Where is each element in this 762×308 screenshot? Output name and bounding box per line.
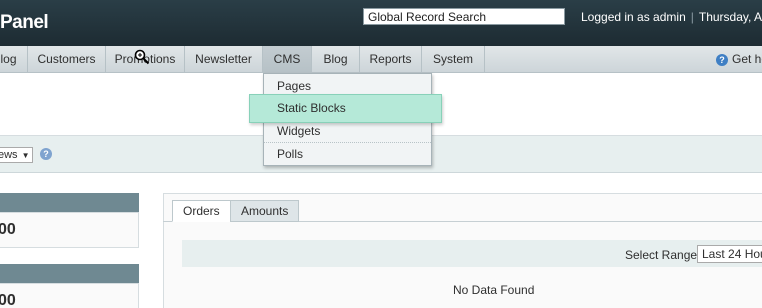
menu-item-static-blocks-highlight[interactable]: Static Blocks: [249, 94, 442, 123]
menu-item-polls[interactable]: Polls: [264, 143, 431, 166]
nav-item-catalog[interactable]: log: [0, 46, 28, 73]
logo[interactable]: Panel: [0, 12, 49, 34]
range-select[interactable]: Last 24 Hours: [697, 245, 762, 263]
question-help-icon[interactable]: ?: [40, 148, 52, 160]
nav-item-blog[interactable]: Blog: [312, 46, 360, 73]
nav-item-newsletter[interactable]: Newsletter: [185, 46, 263, 73]
menu-item-widgets[interactable]: Widgets: [264, 120, 431, 143]
nav-item-customers[interactable]: Customers: [28, 46, 106, 73]
separator: |: [690, 10, 694, 24]
tab-orders[interactable]: Orders: [172, 200, 231, 222]
average-orders-header: [0, 264, 139, 283]
store-view-select[interactable]: ews ▼: [0, 147, 34, 163]
chevron-down-icon: ▼: [21, 151, 30, 160]
nav-item-reports[interactable]: Reports: [360, 46, 422, 73]
lifetime-sales-box: 00: [0, 212, 139, 248]
get-help-link[interactable]: ? Get he: [716, 46, 762, 73]
average-orders-box: 00: [0, 283, 139, 308]
average-orders-value: 00: [0, 292, 16, 308]
help-icon: ?: [716, 53, 728, 66]
lifetime-sales-value: 00: [0, 221, 16, 238]
main-nav: log Customers Promotions Newsletter CMS …: [0, 46, 762, 73]
top-header: Panel Global Record Search Logged in as …: [0, 0, 762, 46]
date-text: Thursday, April 23: [698, 10, 762, 24]
nav-item-system[interactable]: System: [422, 46, 485, 73]
lifetime-sales-header: [0, 193, 139, 212]
select-range-label: Select Range:: [625, 248, 701, 262]
login-info: Logged in as admin | Thursday, April 23: [581, 10, 762, 24]
magnifier-cursor-icon: [134, 49, 150, 65]
global-search-input[interactable]: Global Record Search: [363, 8, 565, 25]
tab-amounts[interactable]: Amounts: [230, 200, 300, 222]
get-help-label: Get he: [732, 52, 762, 66]
nav-item-cms[interactable]: CMS: [263, 46, 312, 73]
no-data-message: No Data Found: [453, 283, 535, 297]
store-view-selected: ews: [0, 149, 18, 161]
logged-in-text: Logged in as admin: [581, 10, 686, 24]
